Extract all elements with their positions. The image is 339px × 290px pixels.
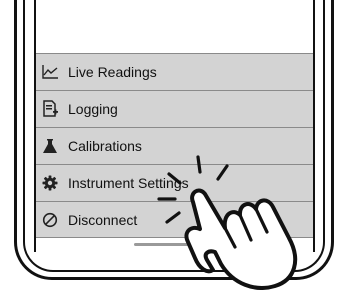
chart-line-icon — [41, 63, 59, 81]
menu-item-label: Live Readings — [68, 64, 157, 80]
menu-item-label: Calibrations — [68, 138, 142, 154]
menu-item-live-readings[interactable]: Live Readings — [36, 53, 313, 90]
menu-item-label: Logging — [68, 101, 118, 117]
document-add-icon — [41, 100, 59, 118]
gear-icon — [41, 174, 59, 192]
disconnect-icon — [41, 211, 59, 229]
tapping-hand-icon — [157, 155, 298, 290]
flask-icon — [41, 137, 59, 155]
menu-item-logging[interactable]: Logging — [36, 90, 313, 127]
menu-item-label: Disconnect — [68, 211, 138, 228]
